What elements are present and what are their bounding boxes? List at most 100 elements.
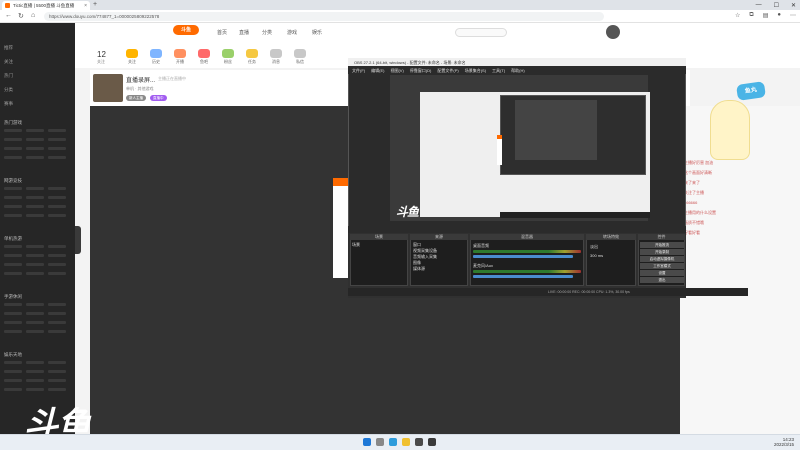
system-tray-clock[interactable]: 14:23 2022/3/15: [774, 437, 794, 447]
sidebar-subcategory[interactable]: [48, 254, 66, 257]
sidebar-subcategory[interactable]: [26, 321, 44, 324]
sidebar-subcategory[interactable]: [26, 330, 44, 333]
scene-item[interactable]: 场景: [352, 242, 360, 248]
sidebar-group-title[interactable]: 网游竞技: [4, 178, 22, 184]
sidebar-collapse-handle[interactable]: [75, 226, 81, 254]
sidebar-subcategory[interactable]: [26, 138, 44, 141]
home-icon[interactable]: ⌂: [31, 12, 35, 19]
explorer-icon[interactable]: [402, 438, 410, 446]
obs-menu-item[interactable]: 视图(V): [390, 68, 403, 73]
sidebar-subcategory[interactable]: [26, 379, 44, 382]
header-category-2[interactable]: 开播: [170, 49, 190, 65]
obs-taskbar-icon[interactable]: [428, 438, 436, 446]
close-window-button[interactable]: ✕: [791, 2, 796, 9]
sidebar-subcategory[interactable]: [48, 156, 66, 159]
sidebar-subcategory[interactable]: [4, 303, 22, 306]
search-icon[interactable]: [376, 438, 384, 446]
transition-select[interactable]: 淡出: [590, 244, 598, 250]
sidebar-subcategory[interactable]: [26, 272, 44, 275]
obs-menu-item[interactable]: 工具(T): [492, 68, 505, 73]
douyu-search-input[interactable]: [455, 28, 507, 37]
sidebar-subcategory[interactable]: [48, 187, 66, 190]
sidebar-subcategory[interactable]: [4, 321, 22, 324]
sidebar-subcategory[interactable]: [26, 205, 44, 208]
sidebar-subcategory[interactable]: [48, 129, 66, 132]
favorite-icon[interactable]: ☆: [735, 12, 740, 19]
sidebar-subcategory[interactable]: [26, 196, 44, 199]
sidebar-subcategory[interactable]: [48, 361, 66, 364]
sidebar-subcategory[interactable]: [4, 129, 22, 132]
sidebar-subcategory[interactable]: [4, 196, 22, 199]
sidebar-subcategory[interactable]: [48, 330, 66, 333]
obs-menu-item[interactable]: 停靠窗口(D): [410, 68, 432, 73]
sidebar-subcategory[interactable]: [48, 147, 66, 150]
browser-tab[interactable]: Tictic直播 | 5500直播 斗鱼直播 ×: [2, 1, 90, 10]
douyu-logo[interactable]: 斗鱼: [173, 25, 199, 35]
sidebar-subcategory[interactable]: [26, 361, 44, 364]
header-category-6[interactable]: 消息: [266, 49, 286, 65]
more-icon[interactable]: ⋯: [790, 12, 796, 19]
sidebar-subcategory[interactable]: [48, 303, 66, 306]
desktop-volume-slider[interactable]: [473, 255, 573, 258]
obs-menu-item[interactable]: 文件(F): [352, 68, 365, 73]
sidebar-subcategory[interactable]: [26, 312, 44, 315]
obs-control-button[interactable]: 工作室模式: [640, 263, 684, 269]
sidebar-subcategory[interactable]: [26, 245, 44, 248]
sidebar-subcategory[interactable]: [26, 129, 44, 132]
nav-link-games[interactable]: 游戏: [287, 29, 297, 36]
sidebar-item[interactable]: 推荐: [4, 45, 13, 51]
header-category-5[interactable]: 任务: [242, 49, 262, 65]
sidebar-subcategory[interactable]: [4, 214, 22, 217]
header-category-0[interactable]: 关注: [122, 49, 142, 65]
sidebar-subcategory[interactable]: [26, 147, 44, 150]
sidebar-item[interactable]: 分类: [4, 87, 13, 93]
sidebar-subcategory[interactable]: [4, 147, 22, 150]
obs-control-button[interactable]: 启动虚拟摄像机: [640, 256, 684, 262]
refresh-icon[interactable]: ↻: [18, 12, 24, 20]
obs-control-button[interactable]: 开始推流: [640, 242, 684, 248]
obs-control-button[interactable]: 设置: [640, 270, 684, 276]
sidebar-subcategory[interactable]: [4, 361, 22, 364]
sidebar-subcategory[interactable]: [26, 370, 44, 373]
obs-menu-item[interactable]: 帮助(H): [511, 68, 525, 73]
nav-link-home[interactable]: 首页: [217, 29, 227, 36]
sidebar-subcategory[interactable]: [4, 263, 22, 266]
obs-menu-item[interactable]: 编辑(E): [371, 68, 384, 73]
collections-icon[interactable]: ▤: [763, 12, 769, 19]
header-category-7[interactable]: 私信: [290, 49, 310, 65]
sidebar-subcategory[interactable]: [26, 303, 44, 306]
sidebar-subcategory[interactable]: [4, 187, 22, 190]
sidebar-subcategory[interactable]: [26, 214, 44, 217]
minimize-button[interactable]: —: [756, 2, 762, 8]
sidebar-subcategory[interactable]: [48, 370, 66, 373]
sidebar-subcategory[interactable]: [48, 245, 66, 248]
sidebar-subcategory[interactable]: [26, 254, 44, 257]
sidebar-subcategory[interactable]: [4, 272, 22, 275]
nav-link-entertainment[interactable]: 娱乐: [312, 29, 322, 36]
room-tag[interactable]: 新人主播: [126, 95, 146, 101]
nav-link-category[interactable]: 分类: [262, 29, 272, 36]
sidebar-subcategory[interactable]: [48, 312, 66, 315]
sidebar-subcategory[interactable]: [4, 156, 22, 159]
header-category-3[interactable]: 鱼吧: [194, 49, 214, 65]
obs-control-button[interactable]: 退出: [640, 277, 684, 283]
sidebar-subcategory[interactable]: [48, 272, 66, 275]
obs-menu-item[interactable]: 场景集合(S): [465, 68, 486, 73]
sidebar-group-title[interactable]: 手游休闲: [4, 294, 22, 300]
obs-menu-item[interactable]: 配置文件(P): [437, 68, 458, 73]
profile-icon[interactable]: ●: [777, 12, 781, 19]
sidebar-subcategory[interactable]: [4, 370, 22, 373]
sidebar-subcategory[interactable]: [4, 245, 22, 248]
sidebar-subcategory[interactable]: [4, 379, 22, 382]
sidebar-subcategory[interactable]: [48, 379, 66, 382]
user-avatar[interactable]: [606, 25, 620, 39]
sidebar-subcategory[interactable]: [4, 205, 22, 208]
sidebar-subcategory[interactable]: [4, 254, 22, 257]
duration-input[interactable]: 300 ms: [590, 253, 603, 258]
sidebar-subcategory[interactable]: [48, 196, 66, 199]
sidebar-item[interactable]: 关注: [4, 59, 13, 65]
sidebar-subcategory[interactable]: [26, 263, 44, 266]
obs-control-button[interactable]: 开始录制: [640, 249, 684, 255]
url-input[interactable]: https://www.douyu.com/774877_1=000002580…: [44, 12, 604, 21]
sidebar-subcategory[interactable]: [48, 321, 66, 324]
